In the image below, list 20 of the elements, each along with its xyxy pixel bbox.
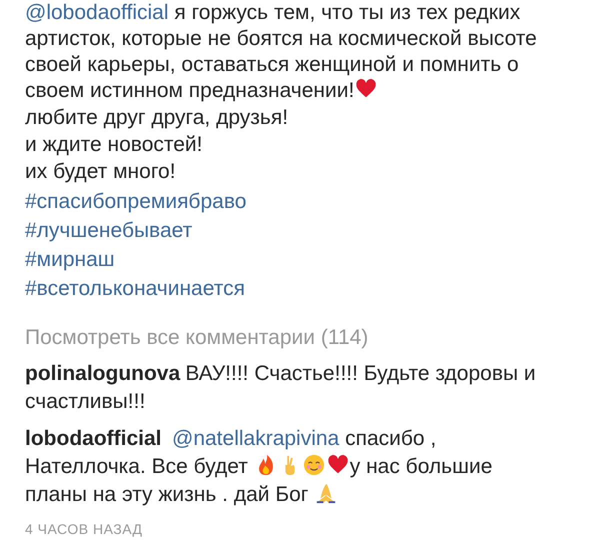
hashtag-link[interactable]: #мирнаш bbox=[25, 245, 115, 274]
praying-hands-icon bbox=[315, 482, 338, 504]
view-all-comments-link[interactable]: Посмотреть все комментарии (114) bbox=[25, 325, 368, 351]
caption-line: и ждите новостей! bbox=[25, 132, 204, 158]
heart-icon bbox=[326, 454, 349, 476]
caption-text: @lobodaofficial я горжусь тем, что ты из тех редких артисток, которые не боятся на космической высоте своей карьеры, оставаться женщиной и помнить о своем истинном предназначении! bbox=[25, 0, 538, 104]
hashtag-link[interactable]: #спасибопремиябраво bbox=[25, 187, 246, 216]
comment-text: lobodaofficial @natellakrapivina спасибо , Нателлочка. Все будет у нас большие планы на эту жизнь . дай Бог bbox=[25, 426, 494, 508]
smiling-face-icon bbox=[302, 454, 325, 476]
caption-line: их будет много! bbox=[25, 159, 177, 185]
username-link[interactable]: lobodaofficial bbox=[25, 427, 162, 450]
username-link[interactable]: polinalogunova bbox=[25, 362, 180, 385]
hashtag-link[interactable]: #всетольконачинается bbox=[25, 274, 245, 303]
comment-text: polinalogunova ВАУ!!!! Счастье!!!! Будьте здоровы и счастливы!!! bbox=[25, 361, 537, 415]
mention-link[interactable]: @lobodaofficial bbox=[25, 1, 169, 24]
hashtag-link[interactable]: #лучшенебывает bbox=[25, 216, 192, 245]
timestamp: 4 ЧАСОВ НАЗАД bbox=[25, 521, 144, 537]
heart-icon bbox=[355, 78, 378, 100]
caption-line: любите друг друга, друзья! bbox=[25, 105, 290, 131]
mention-link[interactable]: @natellakrapivina bbox=[172, 427, 340, 450]
